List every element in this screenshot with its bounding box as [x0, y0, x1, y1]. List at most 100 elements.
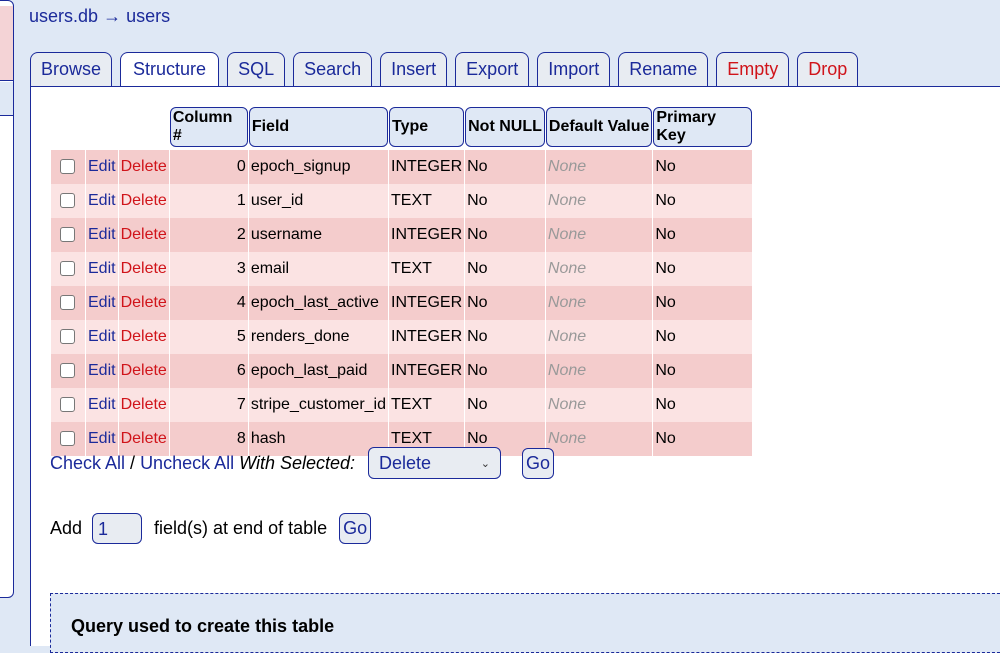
breadcrumb-db[interactable]: users.db	[29, 6, 98, 26]
breadcrumb-table[interactable]: users	[126, 6, 170, 26]
delete-link[interactable]: Delete	[118, 354, 169, 388]
field-name: username	[248, 218, 388, 252]
bulk-go-button[interactable]: Go	[522, 447, 555, 479]
primary-key: No	[653, 218, 753, 252]
default-value: None	[545, 320, 653, 354]
field-type: INTEGER	[389, 286, 465, 320]
column-header-primary-key: Primary Key	[653, 107, 753, 147]
row-checkbox[interactable]	[60, 431, 75, 447]
field-count-input[interactable]: 1	[92, 513, 143, 544]
default-value: None	[545, 422, 653, 456]
add-suffix: field(s) at end of table	[154, 518, 328, 538]
row-checkbox[interactable]	[60, 397, 75, 413]
uncheck-all-link[interactable]: Uncheck All	[140, 453, 234, 474]
check-all-link[interactable]: Check All	[50, 453, 125, 474]
tab-browse[interactable]: Browse	[30, 52, 113, 86]
tab-import[interactable]: Import	[537, 52, 611, 86]
column-number: 0	[169, 150, 248, 184]
table-row: Edit Delete 4 epoch_last_active INTEGER …	[51, 286, 753, 320]
edit-link[interactable]: Edit	[86, 150, 118, 184]
field-type: INTEGER	[389, 218, 465, 252]
table-row: Edit Delete 2 username INTEGER No None N…	[51, 218, 753, 252]
primary-key: No	[653, 422, 753, 456]
field-name: user_id	[248, 184, 388, 218]
bulk-actions: Check All / Uncheck All With Selected: D…	[50, 447, 555, 479]
not-null: No	[465, 150, 545, 184]
separator: /	[130, 452, 136, 473]
default-value: None	[545, 354, 653, 388]
tab-sql[interactable]: SQL	[227, 52, 286, 86]
field-name: renders_done	[248, 320, 388, 354]
default-value: None	[545, 286, 653, 320]
field-name: stripe_customer_id	[248, 388, 388, 422]
primary-key: No	[653, 354, 753, 388]
column-header-type: Type	[389, 107, 465, 147]
row-checkbox[interactable]	[60, 329, 75, 345]
chevron-down-icon: ⌄	[480, 458, 491, 470]
field-type: INTEGER	[389, 150, 465, 184]
not-null: No	[465, 218, 545, 252]
column-number: 5	[169, 320, 248, 354]
edit-link[interactable]: Edit	[86, 218, 118, 252]
table-row: Edit Delete 3 email TEXT No None No	[51, 252, 753, 286]
column-header-default: Default Value	[545, 107, 653, 147]
query-section: Query used to create this table	[50, 593, 1000, 653]
not-null: No	[465, 286, 545, 320]
delete-link[interactable]: Delete	[118, 286, 169, 320]
column-header-number: Column #	[169, 107, 248, 147]
tab-search[interactable]: Search	[293, 52, 373, 86]
default-value: None	[545, 150, 653, 184]
delete-link[interactable]: Delete	[118, 252, 169, 286]
tab-empty[interactable]: Empty	[716, 52, 790, 86]
delete-link[interactable]: Delete	[118, 320, 169, 354]
tab-rename[interactable]: Rename	[618, 52, 709, 86]
field-type: INTEGER	[389, 354, 465, 388]
add-label: Add	[50, 518, 83, 538]
tab-bar: Browse Structure SQL Search Insert Export Impo…	[30, 52, 859, 88]
edit-link[interactable]: Edit	[86, 320, 118, 354]
edit-link[interactable]: Edit	[86, 286, 118, 320]
not-null: No	[465, 320, 545, 354]
not-null: No	[465, 184, 545, 218]
field-type: TEXT	[389, 388, 465, 422]
edit-link[interactable]: Edit	[86, 184, 118, 218]
row-checkbox[interactable]	[60, 295, 75, 311]
column-number: 6	[169, 354, 248, 388]
primary-key: No	[653, 388, 753, 422]
table-row: Edit Delete 7 stripe_customer_id TEXT No…	[51, 388, 753, 422]
edit-link[interactable]: Edit	[86, 354, 118, 388]
primary-key: No	[653, 184, 753, 218]
delete-link[interactable]: Delete	[118, 218, 169, 252]
delete-link[interactable]: Delete	[118, 150, 169, 184]
field-name: epoch_last_active	[248, 286, 388, 320]
default-value: None	[545, 252, 653, 286]
edit-link[interactable]: Edit	[86, 388, 118, 422]
sidebar-panel	[0, 0, 14, 598]
primary-key: No	[653, 320, 753, 354]
add-go-button[interactable]: Go	[339, 513, 372, 544]
row-checkbox[interactable]	[60, 227, 75, 243]
column-number: 4	[169, 286, 248, 320]
column-number: 3	[169, 252, 248, 286]
row-checkbox[interactable]	[60, 261, 75, 277]
column-number: 1	[169, 184, 248, 218]
table-row: Edit Delete 6 epoch_last_paid INTEGER No…	[51, 354, 753, 388]
delete-link[interactable]: Delete	[118, 184, 169, 218]
tab-structure[interactable]: Structure	[120, 52, 220, 88]
breadcrumb: users.db → users	[29, 6, 170, 27]
delete-link[interactable]: Delete	[118, 388, 169, 422]
selected-option: Delete	[379, 453, 432, 473]
tab-drop[interactable]: Drop	[797, 52, 859, 86]
row-checkbox[interactable]	[60, 363, 75, 379]
tab-export[interactable]: Export	[455, 52, 530, 86]
column-number: 2	[169, 218, 248, 252]
row-checkbox[interactable]	[60, 159, 75, 175]
bulk-action-select[interactable]: Delete ⌄	[368, 447, 502, 479]
primary-key: No	[653, 286, 753, 320]
tab-insert[interactable]: Insert	[380, 52, 448, 86]
not-null: No	[465, 388, 545, 422]
row-checkbox[interactable]	[60, 193, 75, 209]
primary-key: No	[653, 150, 753, 184]
edit-link[interactable]: Edit	[86, 252, 118, 286]
default-value: None	[545, 218, 653, 252]
